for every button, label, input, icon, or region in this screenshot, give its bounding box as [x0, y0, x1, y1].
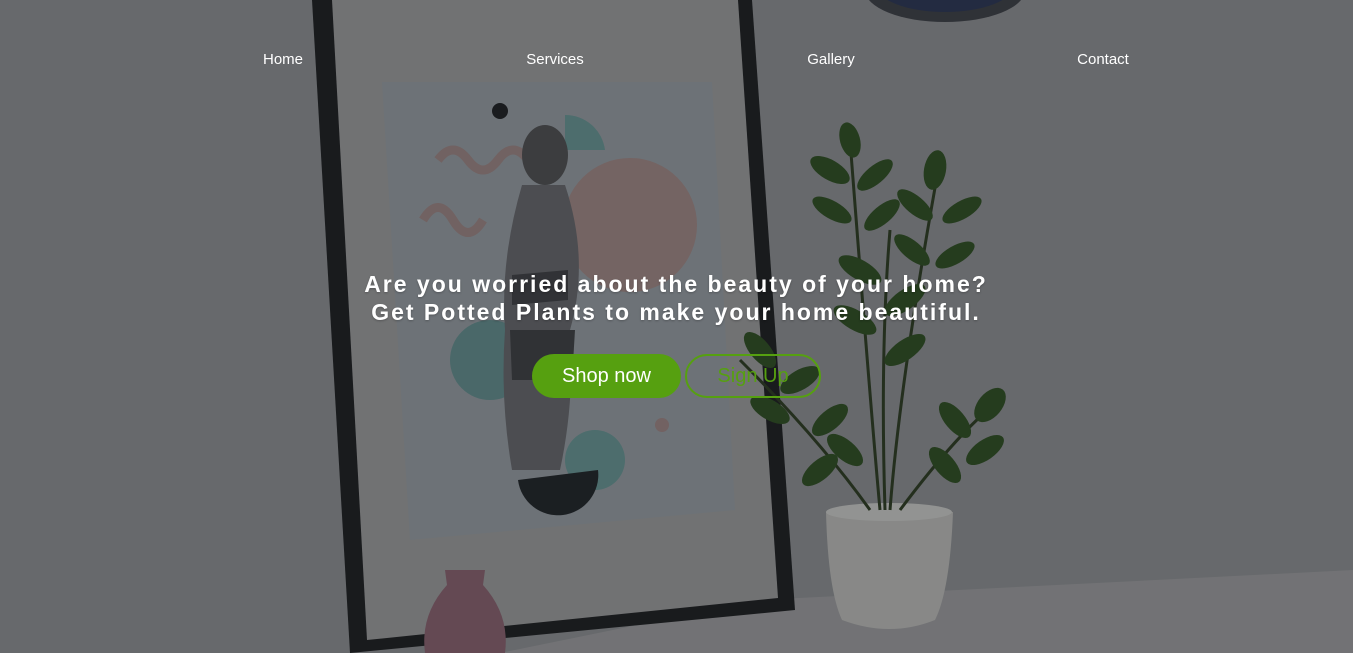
- hero-headline: Are you worried about the beauty of your…: [276, 270, 1076, 326]
- hero-headline-line2: Get Potted Plants to make your home beau…: [371, 299, 981, 325]
- nav-home-link[interactable]: Home: [263, 50, 303, 70]
- hero-section: Home Services Gallery Contact Are you wo…: [0, 0, 1353, 653]
- background-photo: [0, 0, 1353, 653]
- nav-gallery-link[interactable]: Gallery: [807, 50, 855, 70]
- main-nav: Home Services Gallery Contact: [0, 50, 1353, 72]
- nav-services-link[interactable]: Services: [526, 50, 584, 70]
- sign-up-button[interactable]: Sign Up: [685, 354, 821, 398]
- nav-contact-link[interactable]: Contact: [1077, 50, 1129, 70]
- hero-headline-line1: Are you worried about the beauty of your…: [364, 271, 988, 297]
- shop-now-button[interactable]: Shop now: [532, 354, 681, 398]
